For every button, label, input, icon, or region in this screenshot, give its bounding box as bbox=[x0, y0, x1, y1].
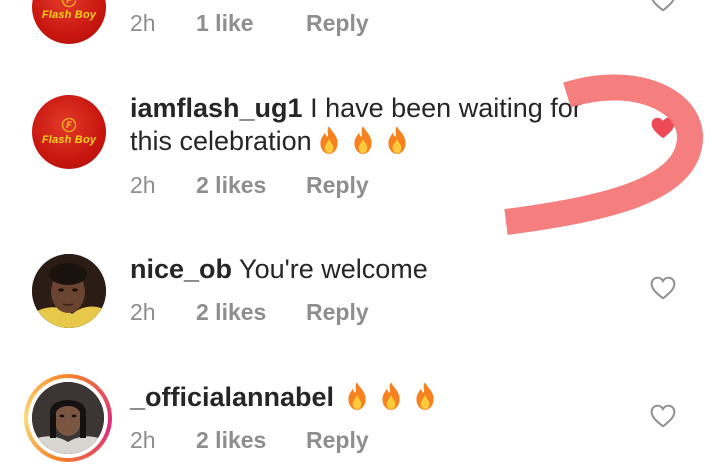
fire-icon bbox=[320, 126, 338, 154]
comment-body: _officialannabel bbox=[130, 381, 610, 414]
avatar[interactable]: F Flash Boy bbox=[32, 95, 106, 169]
fire-icon bbox=[388, 126, 406, 154]
emoji-group bbox=[312, 126, 410, 156]
comment-meta: 2h 2 likes Reply bbox=[130, 172, 369, 199]
reply-button[interactable]: Reply bbox=[306, 10, 369, 37]
heart-icon[interactable] bbox=[650, 116, 676, 140]
fire-icon bbox=[348, 382, 366, 410]
comment-meta: 2h 1 like Reply bbox=[130, 10, 369, 37]
reply-button[interactable]: Reply bbox=[306, 427, 369, 454]
like-count-button[interactable]: 2 likes bbox=[196, 299, 306, 326]
comment-time: 2h bbox=[130, 172, 156, 198]
like-count-button[interactable]: 2 likes bbox=[196, 427, 306, 454]
fire-icon bbox=[416, 382, 434, 410]
fire-icon bbox=[382, 382, 400, 410]
heart-icon[interactable] bbox=[650, 0, 676, 12]
comment-username[interactable]: nice_ob bbox=[130, 254, 232, 284]
logo-emblem-icon: F bbox=[62, 0, 76, 7]
profile-photo bbox=[32, 382, 104, 454]
comment-body: iamflash_ug1 I have been waiting for thi… bbox=[130, 92, 610, 158]
comment-meta: 2h 2 likes Reply bbox=[130, 299, 369, 326]
comment-username[interactable]: _officialannabel bbox=[130, 382, 334, 412]
fire-icon bbox=[354, 126, 372, 154]
comment-username[interactable]: iamflash_ug1 bbox=[130, 93, 303, 123]
comment-meta: 2h 2 likes Reply bbox=[130, 427, 369, 454]
comment-time: 2h bbox=[130, 10, 156, 36]
comment-time: 2h bbox=[130, 299, 156, 325]
comment-body: nice_ob You're welcome bbox=[130, 253, 610, 286]
logo-emblem-icon: F bbox=[62, 118, 76, 132]
avatar-logo-text: Flash Boy bbox=[41, 9, 97, 21]
like-count-button[interactable]: 1 like bbox=[196, 10, 306, 37]
like-count-button[interactable]: 2 likes bbox=[196, 172, 306, 199]
avatar bbox=[32, 382, 104, 454]
avatar[interactable] bbox=[32, 254, 106, 328]
emoji-group bbox=[334, 382, 438, 412]
avatar[interactable]: F Flash Boy bbox=[32, 0, 106, 44]
story-ring[interactable] bbox=[24, 374, 112, 462]
reply-button[interactable]: Reply bbox=[306, 172, 369, 199]
comment-text: You're welcome bbox=[239, 254, 428, 284]
profile-photo bbox=[32, 254, 106, 328]
reply-button[interactable]: Reply bbox=[306, 299, 369, 326]
heart-icon[interactable] bbox=[650, 276, 676, 300]
heart-icon[interactable] bbox=[650, 404, 676, 428]
comment-time: 2h bbox=[130, 427, 156, 453]
avatar-logo-text: Flash Boy bbox=[41, 134, 97, 146]
